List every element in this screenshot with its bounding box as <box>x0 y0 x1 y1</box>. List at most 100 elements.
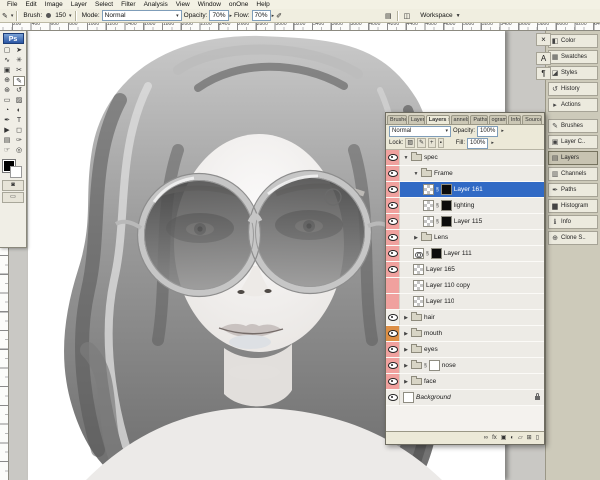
tab-info[interactable]: Info <box>508 115 521 124</box>
layer-row-layer-111[interactable]: §Layer 111 <box>386 246 544 262</box>
layer-row-layer-165[interactable]: Layer 165 <box>386 262 544 278</box>
visibility-toggle[interactable] <box>386 262 400 277</box>
zoom-tool[interactable]: ◎ <box>13 146 25 156</box>
gradient-tool[interactable]: ▨ <box>13 96 25 106</box>
layer-group-nose[interactable]: ▶§nose <box>386 358 544 374</box>
go-to-bridge-icon[interactable]: ◫ <box>404 12 411 20</box>
visibility-toggle[interactable] <box>386 294 400 309</box>
layer-group-spec[interactable]: ▼spec <box>386 150 544 166</box>
eraser-tool[interactable]: ▭ <box>1 96 13 106</box>
visibility-toggle[interactable] <box>386 326 400 341</box>
menu-onone[interactable]: onOne <box>225 0 253 9</box>
dock-history[interactable]: ↺History <box>548 82 598 96</box>
dock-histogram[interactable]: ▆Histogram <box>548 199 598 213</box>
dock-swatches[interactable]: ▦Swatches <box>548 50 598 64</box>
dock-styles[interactable]: ◪Styles <box>548 66 598 80</box>
move-tool[interactable]: ➤ <box>13 46 25 56</box>
add-layer-mask-button[interactable]: ▣ <box>501 433 507 443</box>
screen-mode-button[interactable]: ▭ <box>2 192 24 203</box>
crop-tool[interactable]: ▣ <box>1 66 13 76</box>
dock-brushes[interactable]: ✎Brushes <box>548 119 598 133</box>
new-adjustment-layer-button[interactable]: ◐ <box>510 433 514 443</box>
expand-open-icon[interactable]: ▼ <box>413 171 419 177</box>
dock-layer-c[interactable]: ▣Layer C.. <box>548 135 598 149</box>
dodge-tool[interactable]: ◐ <box>13 106 25 116</box>
tab-channels[interactable]: annels <box>451 115 470 124</box>
visibility-toggle[interactable] <box>386 166 400 181</box>
menu-window[interactable]: Window <box>194 0 225 9</box>
panel-opacity-arrow[interactable]: ▸ <box>501 128 504 134</box>
layer-group-hair[interactable]: ▶hair <box>386 310 544 326</box>
layer-thumbnail[interactable] <box>413 248 424 259</box>
tool-preset-icon[interactable]: ✎ <box>2 12 8 20</box>
lasso-tool[interactable]: ∿ <box>1 56 13 66</box>
dock-layers[interactable]: ▤Layers <box>548 151 598 165</box>
clone-stamp-tool[interactable]: ⊛ <box>1 86 13 96</box>
expand-closed-icon[interactable]: ▶ <box>403 363 409 369</box>
layer-thumbnail[interactable] <box>403 392 414 403</box>
visibility-toggle[interactable] <box>386 342 400 357</box>
dock-paths[interactable]: ✒Paths <box>548 183 598 197</box>
layer-thumbnail[interactable] <box>413 264 424 275</box>
dock-actions[interactable]: ▸Actions <box>548 98 598 112</box>
dock-channels[interactable]: ▥Channels <box>548 167 598 181</box>
layer-group-eyes[interactable]: ▶eyes <box>386 342 544 358</box>
expand-closed-icon[interactable]: ▶ <box>403 331 409 337</box>
type-tool[interactable]: T <box>13 116 25 126</box>
layer-row-background[interactable]: Background <box>386 390 544 406</box>
blur-tool[interactable]: ◔ <box>1 106 13 116</box>
layer-mask-thumbnail[interactable] <box>441 200 452 211</box>
shape-tool[interactable]: ◻ <box>13 126 25 136</box>
brush-tool[interactable]: ✎ <box>13 76 25 86</box>
airbrush-toggle-icon[interactable]: ✐ <box>276 12 282 20</box>
dock-color[interactable]: ◧Color <box>548 34 598 48</box>
expand-closed-icon[interactable]: ▶ <box>403 347 409 353</box>
visibility-toggle[interactable] <box>386 214 400 229</box>
layer-row-lighting[interactable]: §lighting <box>386 198 544 214</box>
lock-transparent-pixels[interactable]: ▨ <box>405 138 415 148</box>
visibility-toggle[interactable] <box>386 278 400 293</box>
layer-thumbnail[interactable] <box>423 184 434 195</box>
lock-image-pixels[interactable]: ✎ <box>417 138 426 148</box>
expand-closed-icon[interactable]: ▶ <box>403 379 409 385</box>
brush-size-value[interactable]: 150 <box>55 12 66 19</box>
menu-analysis[interactable]: Analysis <box>140 0 172 9</box>
expand-closed-icon[interactable]: ▶ <box>403 315 409 321</box>
new-group-button[interactable]: ▱ <box>518 433 523 443</box>
layer-group-face[interactable]: ▶face <box>386 374 544 390</box>
background-color-swatch[interactable] <box>10 166 22 178</box>
layer-thumbnail[interactable] <box>423 200 434 211</box>
character-panel-icon[interactable]: A <box>536 52 551 65</box>
expand-closed-icon[interactable]: ▶ <box>413 235 419 241</box>
menu-select[interactable]: Select <box>91 0 117 9</box>
mode-select[interactable]: Normal ▾ <box>102 10 182 21</box>
layer-mask-thumbnail[interactable] <box>441 216 452 227</box>
path-selection-tool[interactable]: ▶ <box>1 126 13 136</box>
visibility-toggle[interactable] <box>386 374 400 389</box>
tab-histogram[interactable]: ogram <box>489 115 507 124</box>
fill-field[interactable]: 100% <box>467 138 488 149</box>
history-brush-tool[interactable]: ↺ <box>13 86 25 96</box>
layer-group-mouth[interactable]: ▶mouth <box>386 326 544 342</box>
visibility-toggle[interactable] <box>386 310 400 325</box>
layer-mask-thumbnail[interactable] <box>431 248 442 259</box>
visibility-toggle[interactable] <box>386 230 400 245</box>
new-layer-button[interactable]: ⊞ <box>527 433 532 443</box>
dock-info[interactable]: ℹInfo <box>548 215 598 229</box>
slice-tool[interactable]: ✂ <box>13 66 25 76</box>
rectangular-marquee-tool[interactable]: ▢ <box>1 46 13 56</box>
fill-arrow[interactable]: ▸ <box>491 140 494 146</box>
menu-image[interactable]: Image <box>41 0 67 9</box>
collapse-dock-icon[interactable]: × <box>536 33 551 46</box>
flow-field[interactable]: 70% <box>252 10 271 21</box>
menu-edit[interactable]: Edit <box>21 0 40 9</box>
hand-tool[interactable]: ☞ <box>1 146 13 156</box>
tab-layers[interactable]: Layers × <box>426 115 450 124</box>
pen-tool[interactable]: ✒ <box>1 116 13 126</box>
tab-layer-comps[interactable]: Layer <box>408 115 425 124</box>
expand-open-icon[interactable]: ▼ <box>403 155 409 161</box>
tab-paths[interactable]: Paths <box>470 115 487 124</box>
layer-mask-thumbnail[interactable] <box>429 360 440 371</box>
add-layer-style-button[interactable]: fx <box>492 433 497 443</box>
visibility-toggle[interactable] <box>386 246 400 261</box>
